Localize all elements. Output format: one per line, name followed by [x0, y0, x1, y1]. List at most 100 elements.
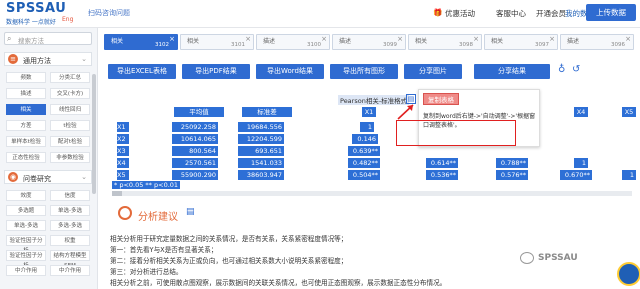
sidebar-scrollbar[interactable]: [92, 74, 96, 194]
method-item[interactable]: 交叉(卡方): [50, 88, 90, 99]
top-header: SPSSAU 数据科学 一点就好 Eng 扫码咨询问题 🎁 优惠活动 客服中心 …: [0, 0, 640, 28]
close-icon[interactable]: ×: [549, 35, 555, 43]
method-item[interactable]: 单样本t检验: [6, 136, 46, 147]
copy-table-popover: 复制表格 复制到word后右键->'自动调整'->'根据窗口调整表格'。: [418, 89, 540, 147]
refresh-icon[interactable]: ↺: [572, 64, 580, 75]
tab-number: 3101: [231, 42, 245, 48]
method-item[interactable]: 多选题: [6, 205, 46, 216]
method-item[interactable]: 中介作用: [50, 265, 90, 276]
nav-membership[interactable]: 开通会员: [536, 8, 566, 19]
method-item[interactable]: 方差: [6, 120, 46, 131]
tab-result[interactable]: 描述 3096 ×: [560, 34, 634, 50]
nav-promotions[interactable]: 优惠活动: [445, 8, 475, 19]
tab-number: 3099: [383, 42, 397, 48]
analysis-line: 相关分析之前，可使用散点图观察，展示数据间的关联关系情况，也可使用正态图观察，展…: [110, 279, 447, 287]
export-word-button[interactable]: 导出Word结果: [256, 64, 324, 79]
search-icon: ⌕: [7, 34, 12, 43]
scan-qr-link[interactable]: 扫码咨询问题: [88, 8, 130, 18]
row-label: X2: [117, 134, 129, 144]
gift-icon: 🎁: [433, 8, 443, 17]
method-item[interactable]: 验证性因子分析: [6, 235, 46, 254]
close-icon[interactable]: ×: [169, 35, 175, 43]
pin-icon[interactable]: ♁: [558, 64, 565, 75]
tab-result[interactable]: 描述 3100 ×: [256, 34, 330, 50]
table-cell: 0.788**: [496, 158, 528, 168]
method-search[interactable]: ⌕ 搜索方法: [4, 32, 92, 45]
row-label: X3: [117, 146, 129, 156]
close-icon[interactable]: ×: [473, 35, 479, 43]
table-cell: 0.576**: [496, 170, 528, 180]
section-label: 通用方法: [23, 57, 51, 65]
method-item[interactable]: 非参数检验: [50, 152, 90, 163]
method-item[interactable]: 单选-多选: [50, 205, 90, 216]
table-cell: 25092.258: [172, 122, 218, 132]
method-item[interactable]: t检验: [50, 120, 90, 131]
section-questionnaire[interactable]: ◉ 问卷研究 ⌄: [4, 170, 92, 184]
method-item[interactable]: 中介作用: [6, 265, 46, 276]
method-item-active[interactable]: 相关: [6, 104, 46, 115]
method-item[interactable]: 频数: [6, 72, 46, 83]
tab-number: 3100: [307, 42, 321, 48]
tab-name: 相关: [187, 38, 200, 45]
share-image-button[interactable]: 分享图片: [404, 64, 462, 79]
method-item[interactable]: 多选-多选: [50, 220, 90, 231]
table-cell: 38603.947: [238, 170, 284, 180]
table-cell: 800.564: [172, 146, 218, 156]
upload-data-button[interactable]: 上传数据: [586, 4, 636, 21]
correlation-table: Pearson相关-标准格式 ▤ 平均值 标准差 X1 X4 X5 X1 250…: [112, 94, 640, 190]
english-link[interactable]: Eng: [62, 16, 73, 23]
menu-icon: ≡: [8, 54, 18, 64]
close-icon[interactable]: ×: [245, 35, 251, 43]
tab-result[interactable]: 相关 3101 ×: [180, 34, 254, 50]
watermark: SPSSAU: [538, 253, 578, 263]
export-excel-button[interactable]: 导出EXCEL表格: [108, 64, 176, 79]
close-icon[interactable]: ×: [397, 35, 403, 43]
method-item[interactable]: 描述: [6, 88, 46, 99]
tab-number: 3098: [459, 42, 473, 48]
table-cell: 19684.556: [238, 122, 284, 132]
tab-name: 相关: [415, 38, 428, 45]
col-header: X1: [362, 107, 376, 117]
col-header: 平均值: [174, 107, 224, 117]
method-item[interactable]: 配对t检验: [50, 136, 90, 147]
nav-service-center[interactable]: 客服中心: [496, 8, 526, 19]
tab-result[interactable]: 相关 3097 ×: [484, 34, 558, 50]
table-cell: 0.146: [352, 134, 378, 144]
table-cell: 0.536**: [426, 170, 458, 180]
close-icon[interactable]: ×: [321, 35, 327, 43]
copy-icon[interactable]: ▤: [186, 207, 195, 217]
close-icon[interactable]: ×: [625, 35, 631, 43]
table-cell: 693.651: [238, 146, 284, 156]
questionnaire-icon: ◉: [8, 172, 18, 182]
method-item[interactable]: 权重: [50, 235, 90, 246]
share-result-button[interactable]: 分享结果: [474, 64, 550, 79]
copy-instructions: 复制到word后右键->'自动调整'->'根据窗口调整表格'。: [423, 113, 536, 129]
scroll-thumb[interactable]: [112, 191, 122, 196]
logo[interactable]: SPSSAU 数据科学 一点就好 Eng: [6, 2, 78, 26]
tab-number: 3097: [535, 42, 549, 48]
tab-name: 相关: [491, 38, 504, 45]
tab-result[interactable]: 描述 3099 ×: [332, 34, 406, 50]
export-pdf-button[interactable]: 导出PDF结果: [182, 64, 250, 79]
method-item[interactable]: 结构方程模型SEM: [50, 250, 90, 269]
help-assistant-button[interactable]: [617, 262, 640, 286]
method-item[interactable]: 单选-多选: [6, 220, 46, 231]
method-item[interactable]: 验证性因子分析: [6, 250, 46, 269]
method-item[interactable]: 效度: [6, 190, 46, 201]
method-item[interactable]: 线性回归: [50, 104, 90, 115]
analysis-title: 分析建议: [138, 212, 178, 223]
tab-result[interactable]: 相关 3098 ×: [408, 34, 482, 50]
method-item[interactable]: 信度: [50, 190, 90, 201]
export-all-figures-button[interactable]: 导出所有图形: [330, 64, 398, 79]
copy-table-button[interactable]: 复制表格: [423, 93, 459, 105]
tab-result[interactable]: 相关 3102 ×: [104, 34, 178, 50]
table-cell: 0.639**: [348, 146, 380, 156]
tab-name: 描述: [339, 38, 352, 45]
method-item[interactable]: 分类汇总: [50, 72, 90, 83]
table-horizontal-scrollbar[interactable]: [112, 191, 632, 196]
table-cell: 0.482**: [348, 158, 380, 168]
section-common-methods[interactable]: ≡ 通用方法 ⌄: [4, 52, 92, 66]
method-item[interactable]: 正态性检验: [6, 152, 46, 163]
table-cell: 1: [574, 158, 588, 168]
settings-icon: [118, 206, 132, 220]
